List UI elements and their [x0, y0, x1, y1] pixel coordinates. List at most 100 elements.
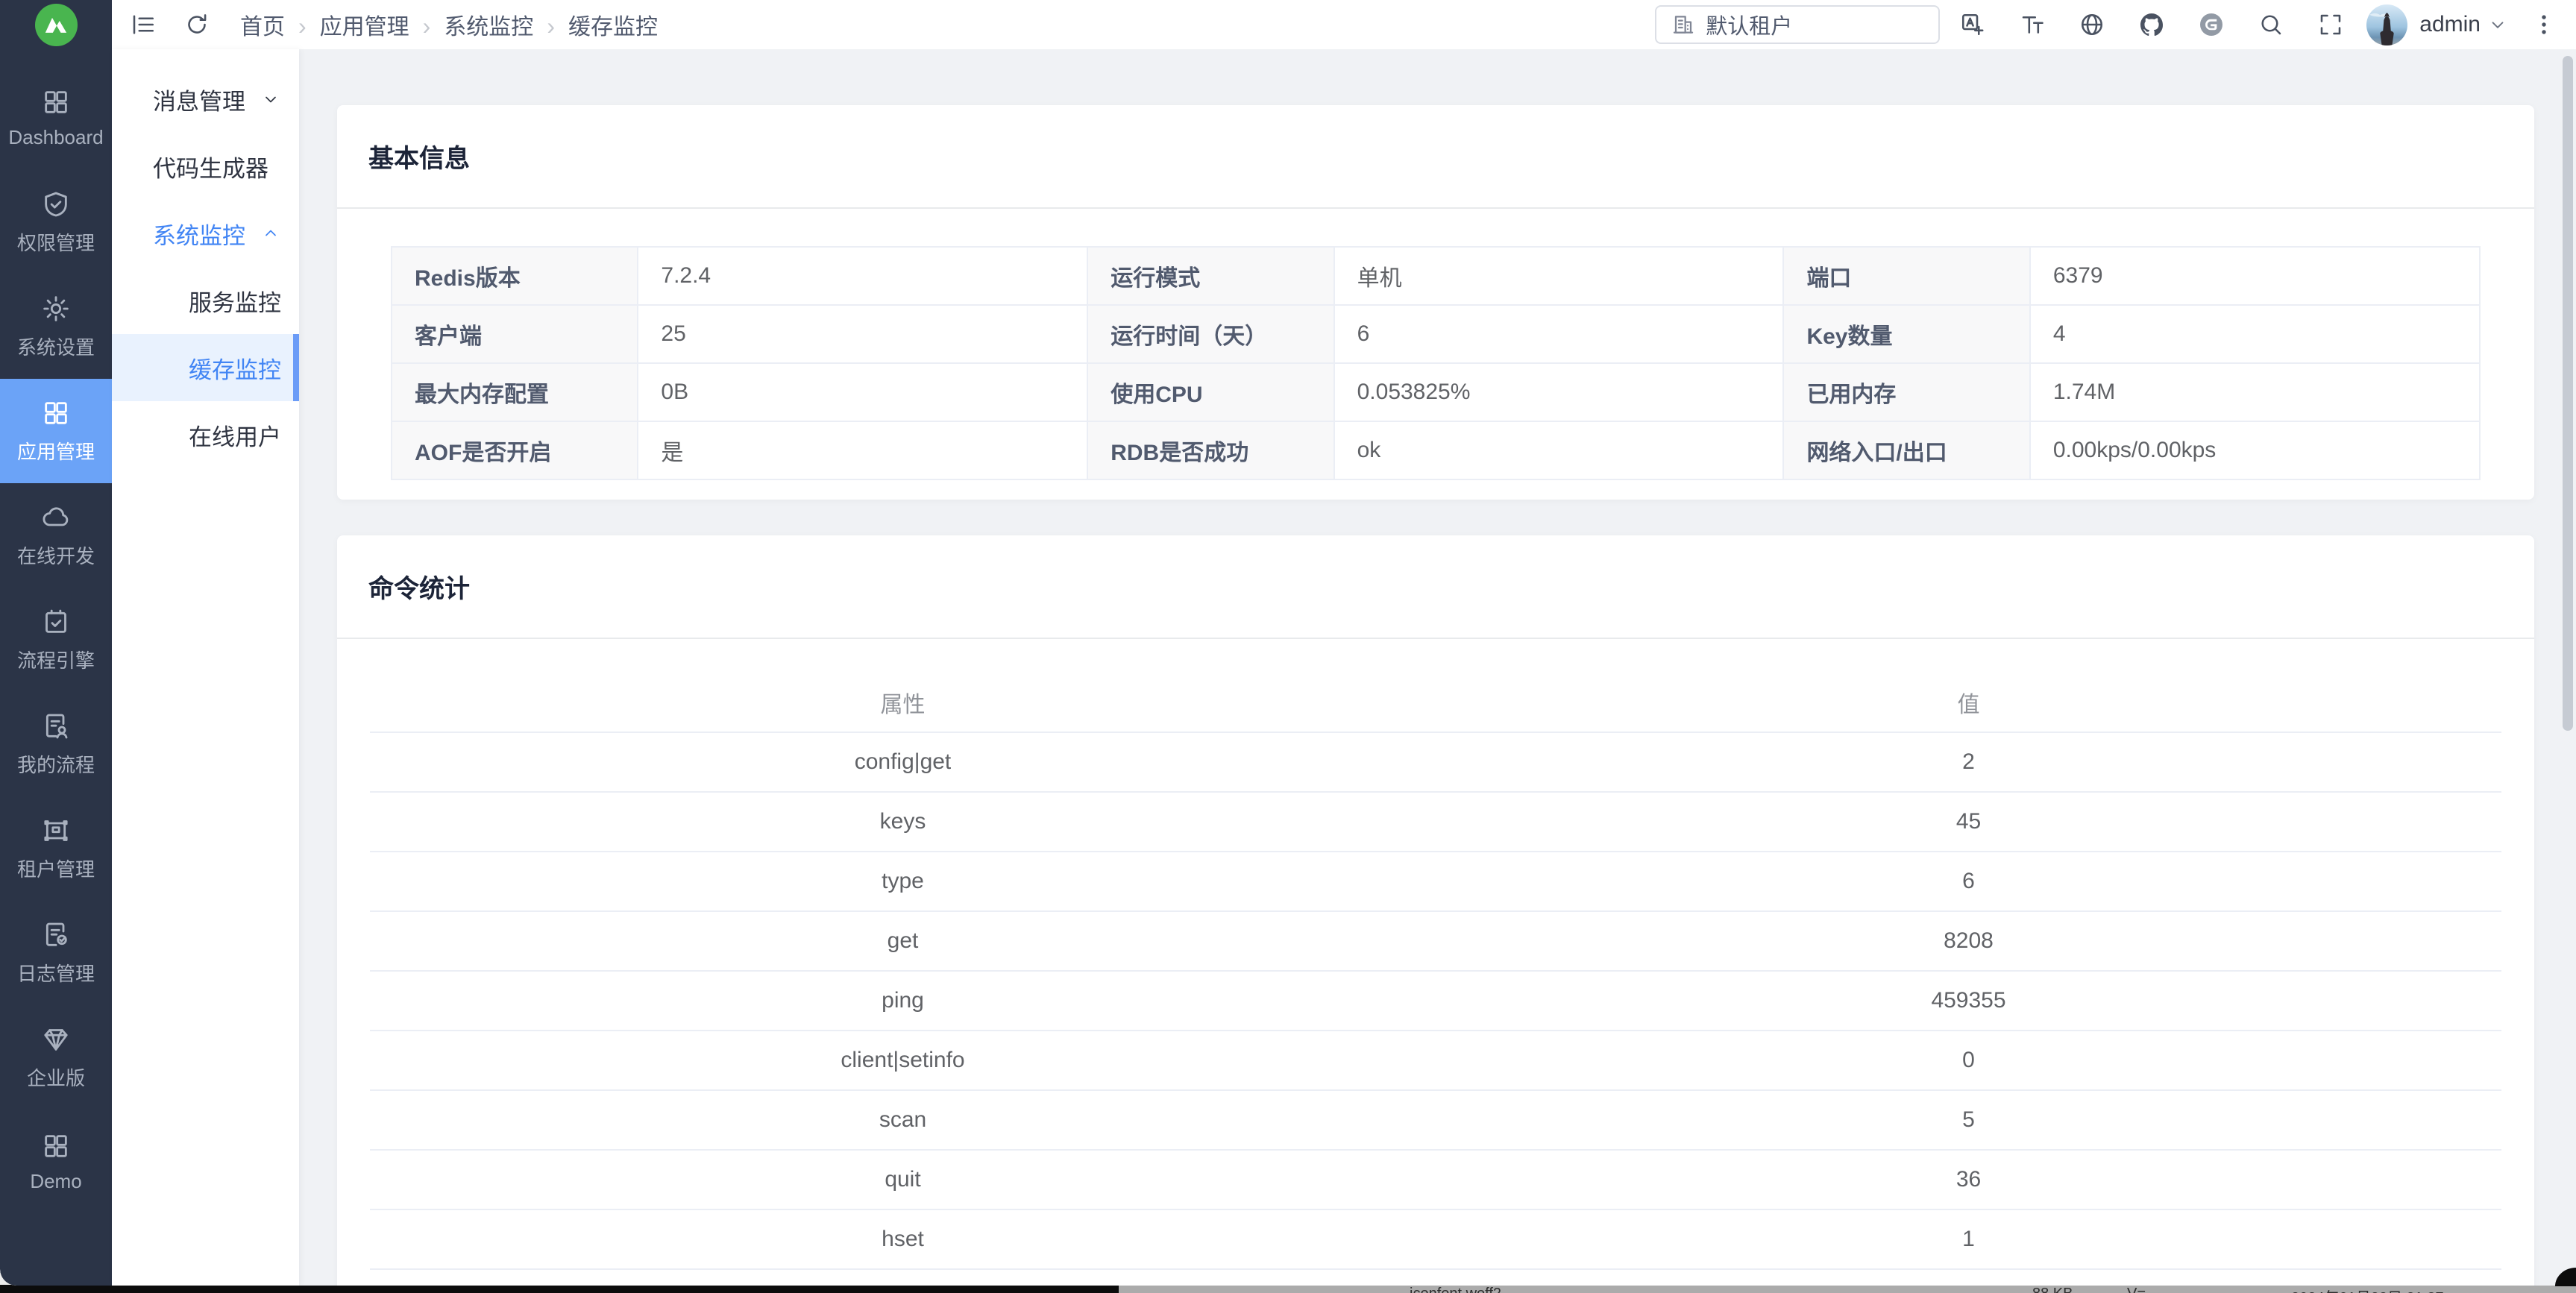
- primary-menu-label: 权限管理: [17, 228, 95, 256]
- breadcrumb-item[interactable]: 应用管理: [320, 8, 444, 41]
- info-value-cell: 0.00kps/0.00kps: [2031, 422, 2481, 480]
- logo-mountain-icon: [41, 10, 71, 40]
- primary-menu-item[interactable]: Demo: [0, 1110, 112, 1214]
- primary-menu-item[interactable]: Dashboard: [0, 66, 112, 170]
- primary-menu-item[interactable]: 租户管理: [0, 796, 112, 901]
- bottom-strip-text-fragment: 2024年01月22日 21:37: [2291, 1286, 2444, 1293]
- tenant-select[interactable]: 默认租户: [1655, 5, 1940, 44]
- command-value-cell: 5: [1436, 1091, 2501, 1151]
- secondary-menu-label: 消息管理: [153, 83, 245, 116]
- gear-icon: [41, 294, 71, 324]
- sidebar-collapse-button[interactable]: [130, 11, 157, 38]
- info-label-cell: 使用CPU: [1088, 364, 1334, 422]
- user-name[interactable]: admin: [2419, 12, 2481, 37]
- info-label-cell: 已用内存: [1784, 364, 2030, 422]
- bottom-desktop-strip: iconfont.woff2 88 KB V= 2024年01月22日 21:3…: [0, 1285, 2576, 1293]
- language-button[interactable]: [2079, 11, 2105, 38]
- search-icon: [2258, 11, 2284, 38]
- basic-info-table: Redis版本 7.2.4 运行模式 单机 端口 6379 客户端 25: [391, 246, 2481, 480]
- breadcrumb-item[interactable]: 首页: [240, 8, 320, 41]
- avatar[interactable]: [2366, 4, 2407, 45]
- breadcrumb-item[interactable]: 系统监控: [444, 8, 568, 41]
- info-value-cell: 是: [638, 422, 1088, 480]
- secondary-menu-item[interactable]: 缓存监控: [112, 334, 299, 401]
- info-value-cell: 0B: [638, 364, 1088, 422]
- logo-area[interactable]: [0, 0, 112, 49]
- info-label-cell: Key数量: [1784, 306, 2030, 364]
- info-label-cell: Redis版本: [392, 248, 638, 306]
- main-content: 基本信息 Redis版本 7.2.4 运行模式 单机 端口 6379: [299, 49, 2576, 1286]
- github-button[interactable]: [2138, 11, 2165, 38]
- font-size-button[interactable]: [2019, 11, 2046, 38]
- search-button[interactable]: [2258, 11, 2284, 38]
- basic-info-card: 基本信息 Redis版本 7.2.4 运行模式 单机 端口 6379: [337, 105, 2534, 500]
- bottom-strip-gray-area: iconfont.woff2 88 KB V= 2024年01月22日 21:3…: [1119, 1285, 2576, 1293]
- chevron-down-icon: [262, 90, 280, 108]
- diamond-icon: [41, 1025, 71, 1054]
- more-menu-button[interactable]: [2531, 12, 2557, 37]
- primary-menu-item[interactable]: 我的流程: [0, 692, 112, 796]
- command-name-cell: quit: [370, 1151, 1436, 1210]
- info-value-cell: 1.74M: [2031, 364, 2481, 422]
- translate-button[interactable]: [1959, 11, 1986, 38]
- fullscreen-button[interactable]: [2317, 11, 2344, 38]
- breadcrumb-item[interactable]: 缓存监控: [568, 8, 658, 41]
- command-value-cell: 36: [1436, 1151, 2501, 1210]
- primary-menu-item[interactable]: 企业版: [0, 1005, 112, 1110]
- info-value-cell: 7.2.4: [638, 248, 1088, 306]
- info-label-cell: 网络入口/出口: [1784, 422, 2030, 480]
- command-value-cell: 54: [1436, 1270, 2501, 1286]
- secondary-menu-label: 缓存监控: [189, 351, 281, 385]
- command-name-cell: get: [370, 912, 1436, 972]
- secondary-menu-item[interactable]: 在线用户: [112, 401, 299, 468]
- command-value-cell: 0: [1436, 1031, 2501, 1091]
- info-label-cell: 运行时间（天）: [1088, 306, 1334, 364]
- command-name-cell: keys: [370, 793, 1436, 852]
- primary-menu-item[interactable]: 日志管理: [0, 901, 112, 1005]
- secondary-menu-item[interactable]: 服务监控: [112, 267, 299, 334]
- info-label-cell: 端口: [1784, 248, 2030, 306]
- clipboard-check-icon: [41, 607, 71, 637]
- fullscreen-icon: [2317, 11, 2344, 38]
- primary-menu-item[interactable]: 应用管理: [0, 379, 112, 483]
- github-icon: [2138, 11, 2165, 38]
- command-column-header: 值: [1436, 673, 2501, 733]
- chevron-down-icon[interactable]: [2488, 15, 2507, 34]
- info-label-cell: 运行模式: [1088, 248, 1334, 306]
- document-check-icon: [41, 920, 71, 950]
- primary-menu-label: 在线开发: [17, 541, 95, 569]
- gitee-button[interactable]: [2198, 11, 2225, 38]
- info-label-cell: RDB是否成功: [1088, 422, 1334, 480]
- secondary-menu-item[interactable]: 系统监控: [112, 200, 299, 267]
- header: 首页 应用管理 系统监控 缓存监控 默认租户: [112, 0, 2576, 49]
- primary-menu-item[interactable]: 权限管理: [0, 170, 112, 274]
- command-name-cell: type: [370, 852, 1436, 912]
- building-icon: [1671, 13, 1695, 37]
- primary-menu-label: Demo: [30, 1170, 81, 1193]
- command-name-cell: scan: [370, 1091, 1436, 1151]
- primary-menu-label: 租户管理: [17, 855, 95, 882]
- ellipsis-vertical-icon: [2531, 12, 2557, 37]
- secondary-menu-item[interactable]: 代码生成器: [112, 133, 299, 200]
- vertical-scrollbar-thumb[interactable]: [2563, 56, 2573, 731]
- info-value-cell: 6: [1335, 306, 1785, 364]
- info-value-cell: 0.053825%: [1335, 364, 1785, 422]
- secondary-menu-item[interactable]: 消息管理: [112, 66, 299, 133]
- primary-menu-label: Dashboard: [8, 126, 103, 149]
- info-label-cell: 最大内存配置: [392, 364, 638, 422]
- primary-menu-item[interactable]: 流程引擎: [0, 588, 112, 692]
- secondary-menu-label: 代码生成器: [153, 150, 268, 183]
- info-value-cell: 25: [638, 306, 1088, 364]
- refresh-button[interactable]: [183, 11, 210, 38]
- command-name-cell: hset: [370, 1210, 1436, 1270]
- info-value-cell: 6379: [2031, 248, 2481, 306]
- primary-menu-label: 应用管理: [17, 437, 95, 465]
- shield-check-icon: [41, 189, 71, 219]
- tenant-select-value: 默认租户: [1706, 9, 1792, 40]
- primary-menu-label: 流程引擎: [17, 646, 95, 673]
- avatar-photo: [2366, 4, 2407, 45]
- primary-menu-item[interactable]: 在线开发: [0, 483, 112, 588]
- primary-menu-item[interactable]: 系统设置: [0, 274, 112, 379]
- bottom-strip-text-fragment: 88 KB: [2032, 1286, 2073, 1293]
- command-value-cell: 8208: [1436, 912, 2501, 972]
